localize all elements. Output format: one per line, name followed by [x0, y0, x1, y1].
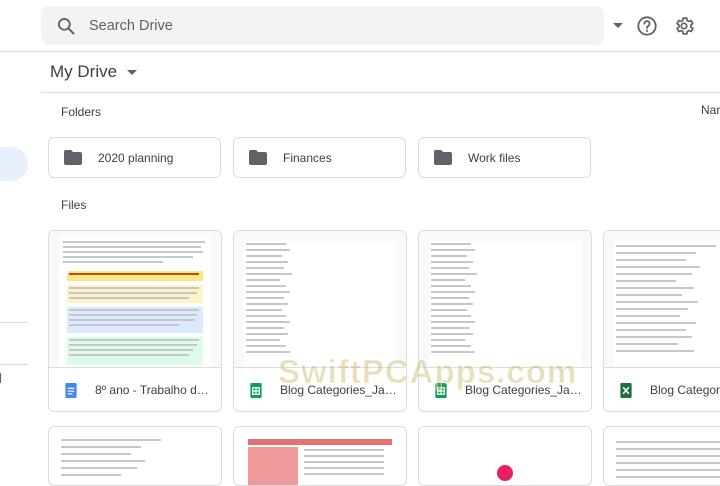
files-section-label: Files [61, 198, 87, 212]
search-icon[interactable] [56, 16, 76, 36]
folder-name: Work files [468, 150, 521, 165]
folder-icon [434, 150, 452, 165]
top-bar [0, 0, 720, 52]
sidebar-item-my-drive[interactable] [0, 147, 28, 181]
spreadsheet-preview [614, 437, 720, 485]
spreadsheet-preview [244, 241, 396, 367]
file-card[interactable] [233, 426, 407, 486]
file-thumbnail [234, 231, 406, 368]
file-name: 8º ano - Trabalho de I... [95, 383, 213, 397]
document-preview [59, 237, 211, 367]
sidebar-storage-item[interactable] [0, 373, 3, 383]
sidebar-divider [0, 364, 28, 365]
folder-item[interactable]: Finances [233, 137, 406, 178]
settings-gear-icon[interactable] [673, 15, 695, 37]
watermark-text: SwiftPCApps.com [277, 353, 578, 391]
document-preview [59, 437, 211, 485]
sidebar-divider [0, 322, 28, 323]
folder-icon [249, 150, 267, 165]
file-card[interactable] [418, 426, 592, 486]
help-icon[interactable] [636, 15, 658, 37]
search-options-chevron-icon[interactable] [613, 23, 623, 28]
file-meta: 8º ano - Trabalho de I... [49, 368, 221, 411]
search-bar[interactable] [41, 6, 623, 45]
folder-name: Finances [283, 150, 332, 165]
my-drive-menu[interactable]: My Drive [50, 62, 138, 82]
file-name: Blog Categories_Jan20 [650, 383, 720, 397]
sort-by-name-button[interactable]: Name [701, 103, 720, 117]
file-thumbnail [604, 231, 720, 368]
file-thumbnail [49, 231, 221, 368]
search-input[interactable] [89, 15, 549, 37]
folder-icon [64, 150, 82, 165]
folder-item[interactable]: Work files [418, 137, 591, 178]
google-sheets-icon [250, 382, 262, 398]
folders-section-label: Folders [61, 105, 102, 119]
excel-icon [620, 382, 632, 398]
file-meta: Blog Categories_Jan20 [604, 368, 720, 411]
file-card[interactable]: Blog Categories_Jan20 [603, 230, 720, 412]
google-docs-icon [65, 382, 77, 398]
folder-item[interactable]: 2020 planning [48, 137, 221, 178]
file-card[interactable] [48, 426, 222, 486]
page-title: My Drive [50, 62, 118, 81]
spreadsheet-preview [429, 241, 581, 367]
file-card[interactable] [603, 426, 720, 486]
spreadsheet-preview [248, 439, 392, 485]
app-logo-icon [497, 465, 513, 481]
folder-name: 2020 planning [98, 150, 174, 165]
file-thumbnail [419, 231, 591, 368]
chevron-down-icon [127, 69, 138, 75]
header-divider [41, 92, 720, 93]
spreadsheet-preview [614, 241, 720, 367]
file-card[interactable]: 8º ano - Trabalho de I... [48, 230, 222, 412]
